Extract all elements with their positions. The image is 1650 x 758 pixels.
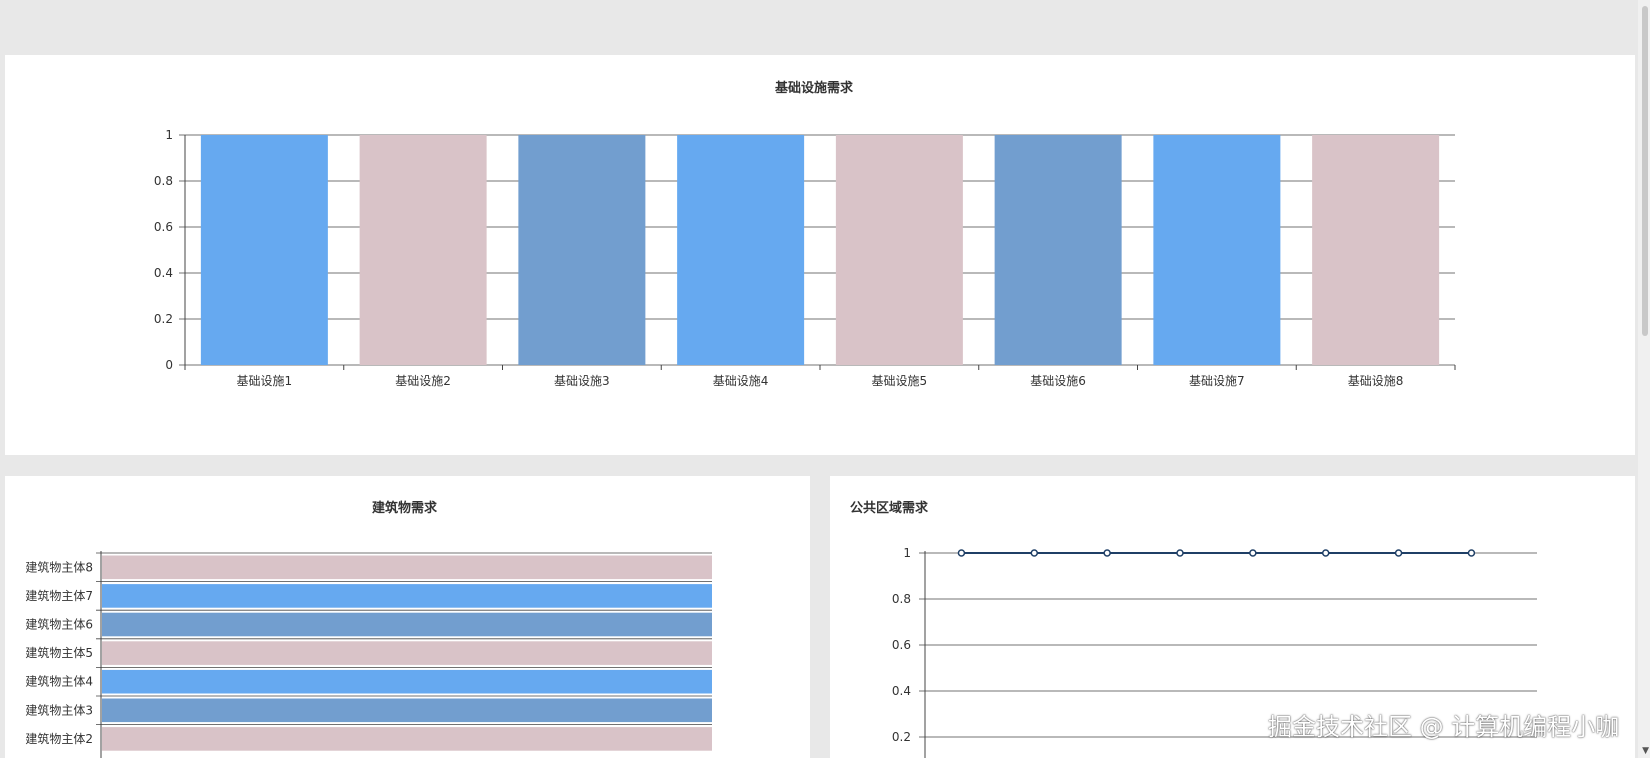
data-point: [1321, 549, 1330, 557]
y-tick-label: 0.4: [892, 684, 911, 698]
building-chart-panel: 建筑物需求 建筑物主体8 建筑物主体7 建筑物主体6 建筑物主体5 建筑物主体4 建筑物主…: [5, 476, 810, 758]
y-tick-label: 0.2: [154, 312, 173, 326]
data-point: [1467, 549, 1476, 557]
scroll-down-arrow-icon[interactable]: ▼: [1642, 746, 1649, 756]
infrastructure-bar-chart: 0 0.2 0.4 0.6 0.8 1 基础设施1 基础设施2 基础设施3 基础设施4 基础设施5 基…: [154, 128, 1456, 388]
bar: [994, 135, 1122, 365]
data-point: [1030, 549, 1039, 557]
y-tick-label: 0.8: [154, 174, 173, 188]
y-tick-label: 0.6: [154, 220, 173, 234]
y-tick-label: 建筑物主体7: [25, 588, 93, 603]
y-tick-label: 0.8: [892, 592, 911, 606]
bar: [102, 584, 712, 608]
x-tick-label: 基础设施3: [554, 374, 610, 388]
page-scrollbar[interactable]: ▼: [1638, 0, 1650, 758]
x-tick-label: 基础设施6: [1030, 374, 1086, 388]
y-tick-label: 建筑物主体2: [25, 731, 93, 746]
scrollbar-thumb[interactable]: [1642, 6, 1648, 336]
bar: [677, 135, 805, 365]
y-tick-label: 建筑物主体5: [25, 645, 93, 660]
bar: [102, 727, 712, 751]
y-tick-label: 0.6: [892, 638, 911, 652]
y-tick-label: 0.4: [154, 266, 173, 280]
x-tick-label: 基础设施2: [395, 374, 451, 388]
bar: [1312, 135, 1440, 365]
data-point: [1176, 549, 1184, 557]
bar: [102, 612, 712, 637]
data-point: [1394, 549, 1403, 557]
x-tick-label: 基础设施8: [1348, 374, 1404, 388]
building-horizontal-bar-chart: 建筑物主体8 建筑物主体7 建筑物主体6 建筑物主体5 建筑物主体4 建筑物主体3 建筑物主…: [25, 551, 712, 758]
y-tick-label: 0: [165, 358, 173, 372]
bar: [835, 135, 963, 365]
x-tick-label: 基础设施4: [713, 374, 769, 388]
y-tick-label: 建筑物主体6: [25, 617, 93, 632]
y-tick-label: 1: [165, 128, 173, 142]
x-tick-label: 基础设施7: [1189, 374, 1245, 388]
x-tick-label: 基础设施1: [237, 374, 293, 388]
bar: [102, 698, 712, 723]
data-point: [1249, 549, 1257, 557]
watermark: 掘金技术社区 @ 计算机编程小咖: [1268, 713, 1620, 741]
bar: [102, 555, 712, 580]
y-tick-label: 建筑物主体8: [25, 559, 93, 574]
bar: [102, 669, 712, 694]
bar: [200, 135, 328, 365]
data-point: [1103, 549, 1111, 557]
y-tick-label: 建筑物主体3: [25, 702, 93, 717]
y-tick-label: 0.2: [892, 730, 911, 744]
y-tick-label: 1: [903, 546, 911, 560]
bar: [102, 641, 712, 665]
bar: [1153, 135, 1281, 365]
bar: [518, 135, 646, 365]
bar: [359, 135, 487, 365]
data-point: [957, 549, 966, 557]
infrastructure-chart-panel: 基础设施需求 0 0.2 0.4 0.6 0.8 1 基础设施1 基础设施2 基础设施3 基础设施…: [5, 55, 1635, 455]
x-tick-label: 基础设施5: [872, 374, 928, 388]
y-tick-label: 建筑物主体4: [25, 674, 93, 689]
